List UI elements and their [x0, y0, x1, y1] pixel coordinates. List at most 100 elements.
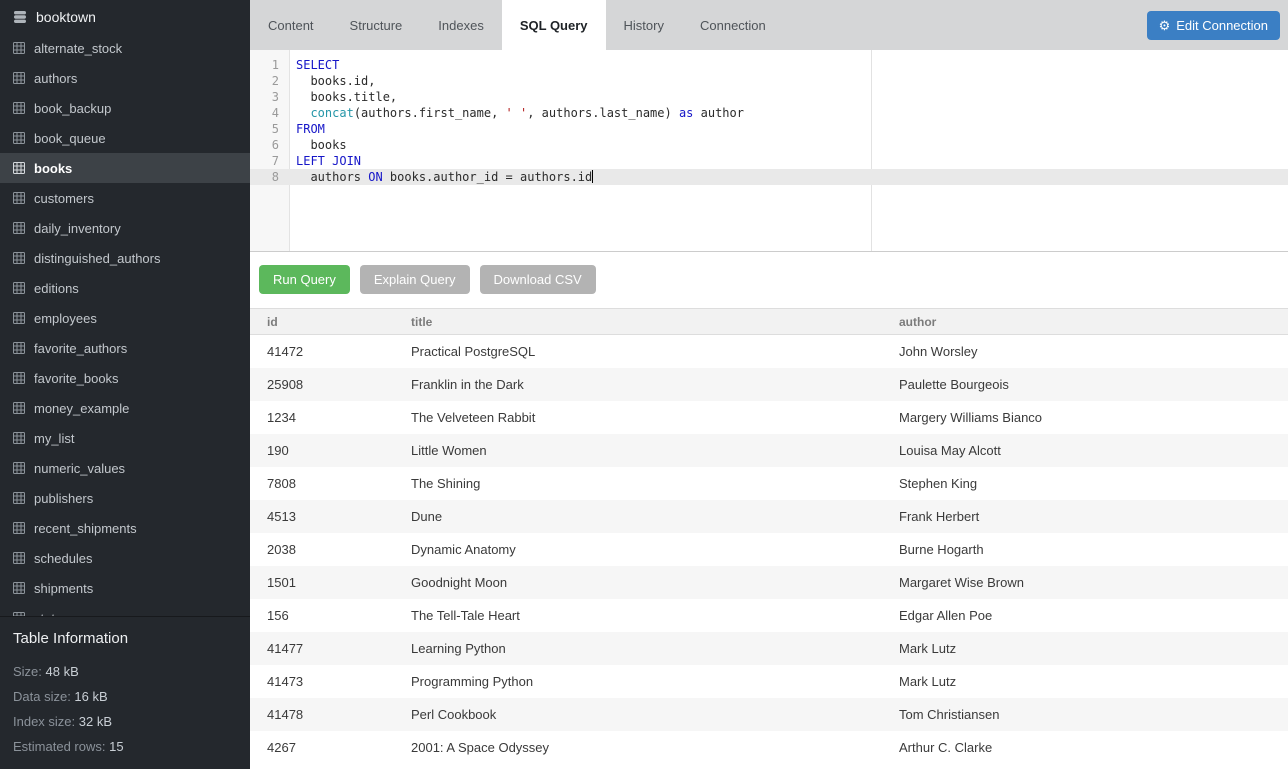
sidebar-item-customers[interactable]: customers [0, 183, 250, 213]
sidebar-item-numeric-values[interactable]: numeric_values [0, 453, 250, 483]
edit-connection-button[interactable]: ⚙ Edit Connection [1147, 11, 1280, 40]
column-header-title[interactable]: title [394, 315, 882, 329]
table-row[interactable]: 2038Dynamic AnatomyBurne Hogarth [250, 533, 1288, 566]
sidebar-item-schedules[interactable]: schedules [0, 543, 250, 573]
table-row[interactable]: 190Little WomenLouisa May Alcott [250, 434, 1288, 467]
results-body: 41472Practical PostgreSQLJohn Worsley259… [250, 335, 1288, 764]
cell-author: Margaret Wise Brown [882, 575, 1288, 590]
code-line-2: 2 books.id, [250, 73, 1288, 89]
cell-id: 4513 [250, 509, 394, 524]
cell-title: Learning Python [394, 641, 882, 656]
sidebar-item-label: customers [34, 191, 94, 206]
cell-id: 7808 [250, 476, 394, 491]
line-number: 8 [250, 169, 290, 185]
tab-bar: ContentStructureIndexesSQL QueryHistoryC… [250, 0, 1288, 50]
table-information-rows: Size: 48 kBData size: 16 kBIndex size: 3… [13, 659, 237, 759]
line-number: 3 [250, 89, 290, 105]
code-line-4: 4 concat(authors.first_name, ' ', author… [250, 105, 1288, 121]
table-row[interactable]: 41477Learning PythonMark Lutz [250, 632, 1288, 665]
sidebar-item-favorite-authors[interactable]: favorite_authors [0, 333, 250, 363]
sql-editor[interactable]: 1SELECT2 books.id,3 books.title,4 concat… [250, 50, 1288, 252]
table-icon [13, 342, 25, 354]
tab-structure[interactable]: Structure [332, 0, 421, 50]
table-row[interactable]: 156The Tell-Tale HeartEdgar Allen Poe [250, 599, 1288, 632]
table-row[interactable]: 41472Practical PostgreSQLJohn Worsley [250, 335, 1288, 368]
info-row-estimated-rows-: Estimated rows: 15 [13, 734, 237, 759]
tab-connection[interactable]: Connection [682, 0, 784, 50]
cell-id: 1234 [250, 410, 394, 425]
table-row[interactable]: 1501Goodnight MoonMargaret Wise Brown [250, 566, 1288, 599]
cell-id: 1501 [250, 575, 394, 590]
line-number: 1 [250, 57, 290, 73]
info-label: Size: [13, 664, 46, 679]
sidebar-item-label: shipments [34, 581, 93, 596]
explain-query-button[interactable]: Explain Query [360, 265, 470, 294]
run-query-button[interactable]: Run Query [259, 265, 350, 294]
database-header[interactable]: booktown [0, 0, 250, 33]
column-header-author[interactable]: author [882, 315, 1288, 329]
table-row[interactable]: 1234The Velveteen RabbitMargery Williams… [250, 401, 1288, 434]
table-icon [13, 432, 25, 444]
sidebar-item-recent-shipments[interactable]: recent_shipments [0, 513, 250, 543]
cell-author: Frank Herbert [882, 509, 1288, 524]
code-text: books [290, 137, 347, 153]
table-information-panel: Table Information Size: 48 kBData size: … [0, 616, 250, 769]
code-text: SELECT [290, 57, 339, 73]
tab-indexes[interactable]: Indexes [420, 0, 502, 50]
table-icon [13, 372, 25, 384]
code-line-5: 5FROM [250, 121, 1288, 137]
table-information-title: Table Information [13, 630, 237, 647]
cell-title: Dune [394, 509, 882, 524]
cell-author: Margery Williams Bianco [882, 410, 1288, 425]
sidebar-item-publishers[interactable]: publishers [0, 483, 250, 513]
sidebar-item-label: distinguished_authors [34, 251, 160, 266]
database-name: booktown [36, 9, 96, 25]
sidebar: booktown alternate_stockauthors book_back… [0, 0, 250, 769]
cell-title: The Tell-Tale Heart [394, 608, 882, 623]
sidebar-item-editions[interactable]: editions [0, 273, 250, 303]
table-row[interactable]: 4513DuneFrank Herbert [250, 500, 1288, 533]
table-row[interactable]: 41473Programming PythonMark Lutz [250, 665, 1288, 698]
sidebar-item-label: alternate_stock [34, 41, 122, 56]
column-header-id[interactable]: id [250, 315, 394, 329]
cell-id: 41472 [250, 344, 394, 359]
sidebar-item-shipments[interactable]: shipments [0, 573, 250, 603]
sidebar-item-favorite-books[interactable]: favorite_books [0, 363, 250, 393]
download-csv-button[interactable]: Download CSV [480, 265, 596, 294]
sidebar-item-my-list[interactable]: my_list [0, 423, 250, 453]
table-row[interactable]: 42672001: A Space OdysseyArthur C. Clark… [250, 731, 1288, 764]
table-icon [13, 522, 25, 534]
tab-sql-query[interactable]: SQL Query [502, 0, 606, 50]
table-icon [13, 402, 25, 414]
sidebar-item-books[interactable]: books [0, 153, 250, 183]
sidebar-item-book-queue[interactable]: book_queue [0, 123, 250, 153]
cell-title: Little Women [394, 443, 882, 458]
sidebar-item-money-example[interactable]: money_example [0, 393, 250, 423]
cell-title: Programming Python [394, 674, 882, 689]
sidebar-item-distinguished-authors[interactable]: distinguished_authors [0, 243, 250, 273]
tab-content[interactable]: Content [250, 0, 332, 50]
sidebar-item-daily-inventory[interactable]: daily_inventory [0, 213, 250, 243]
sidebar-item-alternate-stock[interactable]: alternate_stock [0, 33, 250, 63]
info-label: Estimated rows: [13, 739, 109, 754]
table-icon [13, 582, 25, 594]
sidebar-item-states[interactable]: states [0, 603, 250, 616]
table-row[interactable]: 41478Perl CookbookTom Christiansen [250, 698, 1288, 731]
cell-id: 190 [250, 443, 394, 458]
tab-history[interactable]: History [606, 0, 682, 50]
table-row[interactable]: 7808The ShiningStephen King [250, 467, 1288, 500]
sidebar-item-label: book_queue [34, 131, 106, 146]
sidebar-item-book-backup[interactable]: book_backup [0, 93, 250, 123]
cell-author: Stephen King [882, 476, 1288, 491]
sidebar-item-employees[interactable]: employees [0, 303, 250, 333]
cell-title: 2001: A Space Odyssey [394, 740, 882, 755]
info-row-index-size-: Index size: 32 kB [13, 709, 237, 734]
code-text: LEFT JOIN [290, 153, 361, 169]
sidebar-item-authors[interactable]: authors [0, 63, 250, 93]
info-value: 48 kB [46, 664, 79, 679]
code-line-3: 3 books.title, [250, 89, 1288, 105]
cell-author: Edgar Allen Poe [882, 608, 1288, 623]
sidebar-item-label: authors [34, 71, 77, 86]
table-row[interactable]: 25908Franklin in the DarkPaulette Bourge… [250, 368, 1288, 401]
table-icon [13, 192, 25, 204]
